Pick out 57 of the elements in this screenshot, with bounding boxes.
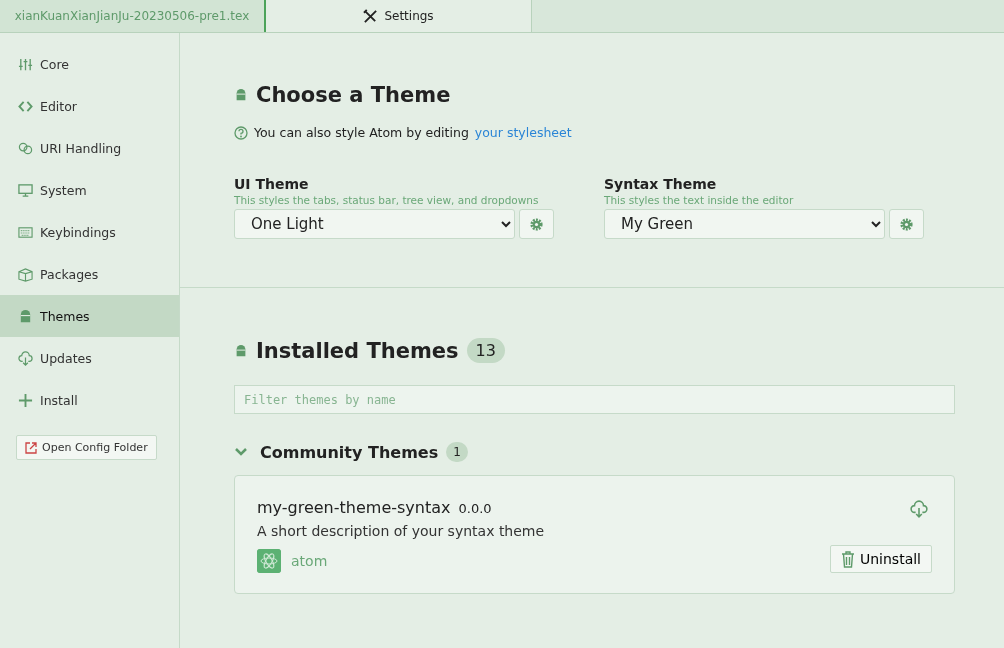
package-name: my-green-theme-syntax [257,498,451,517]
sidebar-item[interactable]: Packages [0,253,179,295]
count-badge: 13 [466,338,505,363]
uninstall-button[interactable]: Uninstall [829,545,932,573]
bucket-icon [234,87,248,103]
sidebar-item[interactable]: Themes [0,295,179,337]
sidebar-item[interactable]: System [0,169,179,211]
link-icon [18,140,33,156]
theme-settings-button[interactable] [519,209,554,239]
sidebar-item-label: Keybindings [40,224,116,240]
sidebar-item-label: URI Handling [40,140,122,156]
sidebar-item[interactable]: Core [0,43,179,85]
count-badge: 1 [446,442,468,462]
bucket-icon [234,342,248,359]
theme-dropdown[interactable]: One Light [234,209,515,239]
sidebar-item-label: Install [40,392,78,408]
sidebar-item-label: Packages [40,266,99,282]
keyboard-icon [18,224,33,240]
trash-icon [840,550,855,568]
bucket-icon [18,308,33,324]
section-title: Choose a Theme [256,83,451,107]
section-title: Installed Themes [256,338,459,363]
cloud-download-icon [18,350,33,366]
external-link-icon [25,441,37,454]
theme-settings-button[interactable] [889,209,924,239]
picker-hint: This styles the text inside the editor [604,194,795,206]
sidebar-item[interactable]: Install [0,379,179,421]
sidebar-item[interactable]: URI Handling [0,127,179,169]
group-title: Community Themes [260,442,439,462]
sidebar-item-label: Core [40,56,69,72]
picker-label: Syntax Theme [604,176,718,192]
box-icon [18,266,33,282]
plus-icon [18,392,33,408]
atom-avatar-icon [257,549,281,573]
package-description: A short description of your syntax theme [257,523,546,539]
monitor-icon [18,182,33,198]
picker-hint: This styles the tabs, status bar, tree view, and dropdowns [234,194,540,206]
sidebar-item-label: System [40,182,87,198]
open-config-folder-button[interactable]: Open Config Folder [16,435,157,460]
settings-icon [529,216,544,232]
package-version: 0.0.0 [458,501,492,516]
sliders-icon [18,56,33,72]
filter-field[interactable]: Filter themes by name [234,385,955,414]
sidebar-item[interactable]: Keybindings [0,211,179,253]
theme-dropdown[interactable]: My Green [604,209,885,239]
help-icon [234,125,248,140]
settings-icon [899,216,914,232]
help-text: You can also style Atom by editing [254,125,469,140]
cloud-download-icon[interactable] [910,500,928,518]
picker-label: UI Theme [234,176,310,192]
sidebar-item[interactable]: Updates [0,337,179,379]
sidebar-item[interactable]: Editor [0,85,179,127]
sidebar-item-label: Updates [40,350,92,366]
chevron-down-icon[interactable] [234,447,248,457]
tab[interactable]: Settings [266,0,532,32]
sidebar-item-label: Themes [40,308,90,324]
sidebar-item-label: Editor [40,98,77,114]
